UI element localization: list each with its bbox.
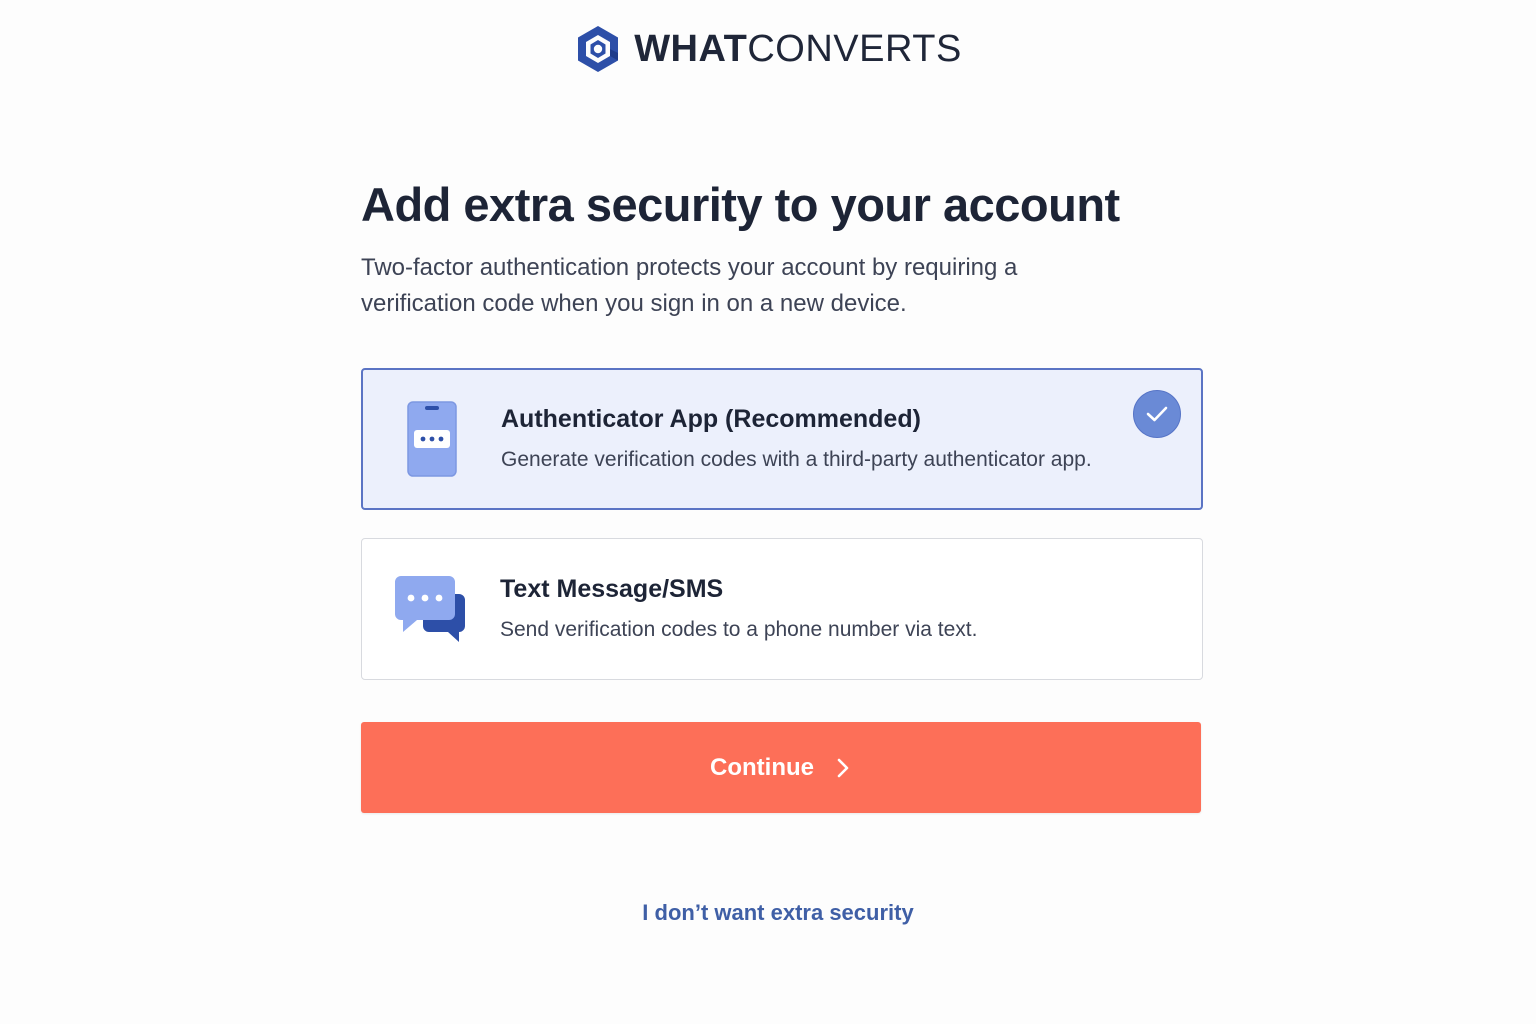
continue-button[interactable]: Continue [361, 722, 1201, 813]
option-description: Generate verification codes with a third… [501, 448, 1092, 471]
selected-check-badge [1133, 390, 1181, 438]
main-content: Add extra security to your account Two-f… [361, 176, 1203, 813]
option-icon-wrapper [362, 539, 500, 679]
two-factor-options: Authenticator App (Recommended) Generate… [361, 368, 1203, 680]
continue-button-label: Continue [710, 753, 814, 781]
two-factor-setup-page: WHATCONVERTS Add extra security to your … [0, 0, 1536, 1024]
option-title: Authenticator App (Recommended) [501, 405, 921, 433]
option-authenticator-app[interactable]: Authenticator App (Recommended) Generate… [361, 368, 1203, 510]
brand-wordmark-light: CONVERTS [747, 28, 962, 70]
option-icon-wrapper [363, 370, 501, 508]
chat-bubbles-icon [395, 576, 465, 642]
brand-wordmark: WHATCONVERTS [634, 30, 962, 68]
brand-logo: WHATCONVERTS [0, 24, 1536, 74]
option-text: Text Message/SMS Send verification codes… [500, 574, 977, 644]
chevron-right-icon [837, 758, 849, 777]
option-title: Text Message/SMS [500, 575, 724, 603]
option-text-message-sms[interactable]: Text Message/SMS Send verification codes… [361, 538, 1203, 680]
option-description: Send verification codes to a phone numbe… [500, 618, 978, 641]
page-title: Add extra security to your account [361, 178, 1120, 231]
phone-icon [407, 401, 457, 477]
page-subtitle: Two-factor authentication protects your … [361, 254, 1018, 317]
skip-extra-security-link[interactable]: I don’t want extra security [0, 900, 1536, 926]
brand-wordmark-bold: WHAT [634, 28, 748, 70]
option-text: Authenticator App (Recommended) Generate… [501, 404, 1092, 474]
checkmark-icon [1146, 406, 1168, 422]
whatconverts-logo-icon [578, 26, 619, 72]
